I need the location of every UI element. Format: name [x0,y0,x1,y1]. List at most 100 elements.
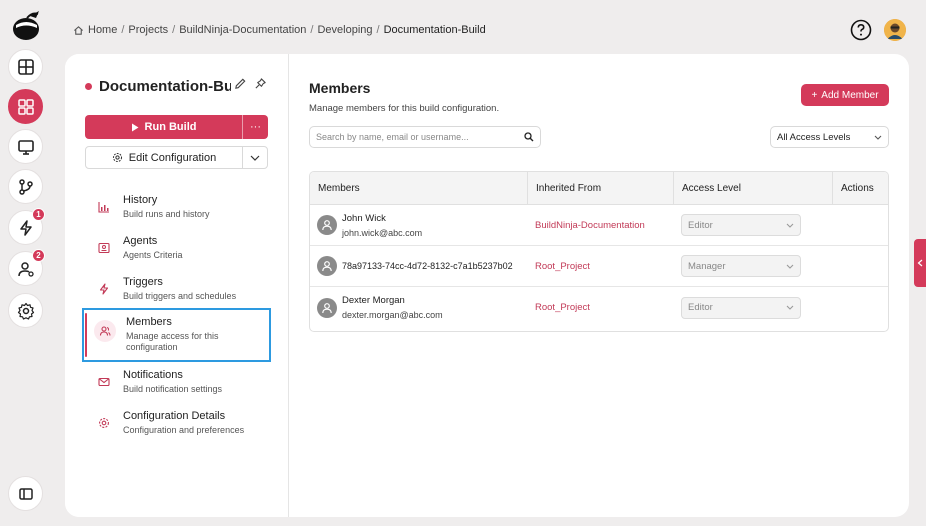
ninja-logo-icon[interactable] [10,8,42,42]
edit-configuration-button[interactable]: Edit Configuration [86,147,243,168]
chevron-down-icon [786,223,794,228]
nav-history[interactable]: History Build runs and history [85,194,268,232]
access-level-select: Editor [681,214,801,236]
sidebar-toggle-icon [18,487,33,500]
access-level-value: Editor [688,219,713,231]
run-build-split-button: Run Build ··· [85,115,268,139]
member-cell: 78a97133-74cc-4d72-8132-c7a1b5237b02 [310,246,528,286]
access-level-value: Editor [688,302,713,313]
mail-icon [95,373,113,391]
user-icon [317,215,337,235]
breadcrumb-projects[interactable]: Projects [128,24,168,36]
nav-label: Members [126,316,172,328]
column-header-inherited: Inherited From [528,172,674,204]
nav-description: Build runs and history [123,209,210,219]
table-row: 78a97133-74cc-4d72-8132-c7a1b5237b02 Roo… [310,246,888,287]
avatar-icon [884,19,906,41]
toggle-sidebar-button[interactable] [8,476,43,511]
member-cell: Dexter Morgan dexter.morgan@abc.com [310,287,528,328]
breadcrumb-separator: / [310,24,314,36]
user-avatar[interactable] [884,19,906,41]
member-name: John Wick [342,212,386,224]
members-panel: Members Manage members for this build co… [289,54,909,517]
edit-options-button[interactable] [243,147,267,168]
nav-description: Configuration and preferences [123,425,245,435]
vcs-rail-button[interactable] [8,169,43,204]
inherited-from-link[interactable]: BuildNinja-Documentation [535,220,645,231]
nav-label: Agents [123,235,158,247]
gear-icon [112,152,122,163]
page-subtitle: Manage members for this build configurat… [309,103,500,114]
breadcrumb-current: Documentation-Build [383,24,486,36]
user-icon [317,297,337,318]
nav-label: Notifications [123,369,183,381]
nav-agents[interactable]: Agents Agents Criteria [85,235,268,273]
actions-cell [833,287,888,328]
nav-configuration-details[interactable]: Configuration Details Configuration and … [85,410,268,448]
gear-icon [17,302,34,320]
gear-icon [95,414,113,432]
nav-description: Build triggers and schedules [123,291,237,301]
panel-collapse-tab[interactable] [914,239,926,287]
home-icon[interactable] [73,25,84,36]
status-dot [85,83,92,90]
chevron-left-icon [917,259,923,267]
nav-description: Build notification settings [123,384,223,394]
nav-description: Manage access for this configuration [126,331,219,352]
search-input[interactable] [316,132,506,142]
access-level-select: Manager [681,255,801,277]
nav-label: Triggers [123,276,163,288]
nav-members[interactable]: Members Manage access for this configura… [82,308,271,362]
nav-label: History [123,194,158,206]
grid-icon [17,98,34,115]
breadcrumb: Home / Projects / BuildNinja-Documentati… [73,24,486,36]
inherited-from-link[interactable]: Root_Project [535,261,590,272]
help-button[interactable] [850,19,872,41]
column-header-actions: Actions [841,182,874,194]
table-row: Dexter Morgan dexter.morgan@abc.com Root… [310,287,888,328]
actions-cell [833,205,888,245]
users-rail-button[interactable]: 2 [8,249,45,286]
edit-name-button[interactable] [234,77,248,91]
filter-value: All Access Levels [777,131,851,143]
edit-configuration-split-button: Edit Configuration [85,146,268,169]
user-settings-icon [17,261,34,277]
member-email: dexter.morgan@abc.com [342,310,443,320]
monitor-rail-button[interactable] [8,129,43,164]
members-table: Members Inherited From Access Level Acti… [309,171,889,332]
breadcrumb-project[interactable]: BuildNinja-Documentation [179,24,306,36]
nav-notifications[interactable]: Notifications Build notification setting… [85,369,268,407]
member-email: john.wick@abc.com [342,227,423,238]
pencil-icon [235,78,246,89]
settings-rail-button[interactable] [8,293,43,328]
config-title: Documentation-Bu... [85,78,231,95]
column-header-members: Members [310,172,528,204]
member-cell: John Wick john.wick@abc.com [310,205,528,245]
breadcrumb-branch[interactable]: Developing [317,24,372,36]
members-icon [94,320,116,342]
access-level-filter[interactable]: All Access Levels [770,126,889,148]
run-options-button[interactable]: ··· [243,115,268,139]
member-name: Dexter Morgan [342,295,405,306]
access-level-select: Editor [681,296,801,319]
chevron-down-icon [786,264,794,269]
breadcrumb-separator: / [121,24,125,36]
inherited-from-link[interactable]: Root_Project [535,302,590,313]
add-member-button[interactable]: + Add Member [801,84,889,106]
table-header: Members Inherited From Access Level Acti… [310,172,888,205]
search-icon[interactable] [524,132,534,142]
column-header-access-level: Access Level [674,172,833,204]
run-build-button[interactable]: Run Build [85,115,243,139]
breadcrumb-separator: / [376,24,380,36]
breadcrumb-home[interactable]: Home [88,24,117,36]
config-name: Documentation-Bu... [99,78,231,95]
chevron-down-icon [786,305,794,310]
monitor-icon [17,139,34,155]
dashboard-rail-button[interactable] [8,49,43,84]
builds-rail-button[interactable]: 1 [8,208,45,245]
lightning-icon [95,280,113,298]
main-card: Documentation-Bu... Run Build ··· [65,54,909,517]
pin-button[interactable] [254,77,268,91]
projects-rail-button[interactable] [8,89,43,124]
chevron-down-icon [874,135,882,140]
